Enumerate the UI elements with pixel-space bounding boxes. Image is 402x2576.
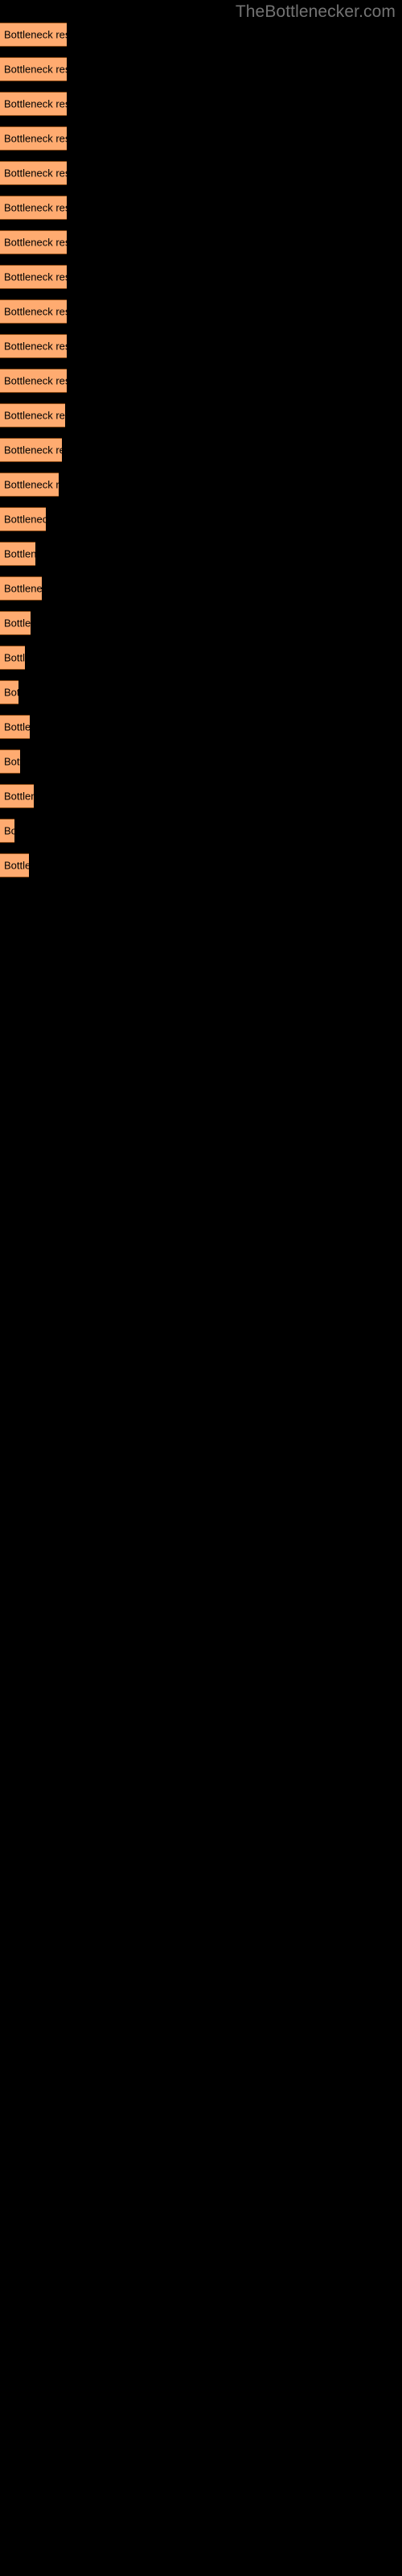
- bar-label: Bottleneck result: [4, 28, 67, 41]
- bar-row: Bottleneck result: [0, 680, 402, 704]
- bar-label: Bottleneck result: [4, 97, 67, 110]
- bar-row: Bottleneck result: [0, 196, 402, 220]
- bar-row: Bottleneck result: [0, 126, 402, 151]
- bar-label: Bottleneck result: [4, 720, 30, 733]
- bar-label: Bottleneck result: [4, 236, 67, 249]
- bar: Bottleneck result: [0, 715, 30, 739]
- bar: Bottleneck result: [0, 853, 29, 877]
- bar: Bottleneck result: [0, 576, 42, 601]
- bar-label: Bottleneck result: [4, 824, 14, 837]
- bar-row: Bottleneck result: [0, 403, 402, 427]
- bar-label: Bottleneck result: [4, 651, 25, 664]
- bar-label: Bottleneck result: [4, 859, 29, 872]
- bar: Bottleneck result: [0, 403, 65, 427]
- bar-row: Bottleneck result: [0, 92, 402, 116]
- bar: Bottleneck result: [0, 230, 67, 254]
- bar-label: Bottleneck result: [4, 686, 18, 699]
- bar-label: Bottleneck result: [4, 790, 34, 803]
- bar-row: Bottleneck result: [0, 57, 402, 81]
- bar: Bottleneck result: [0, 57, 67, 81]
- bar-row: Bottleneck result: [0, 611, 402, 635]
- bar-row: Bottleneck result: [0, 265, 402, 289]
- bar-row: Bottleneck result: [0, 576, 402, 601]
- bar-row: Bottleneck result: [0, 749, 402, 774]
- bar-label: Bottleneck result: [4, 478, 59, 491]
- bar: Bottleneck result: [0, 126, 67, 151]
- bar-row: Bottleneck result: [0, 230, 402, 254]
- bar-label: Bottleneck result: [4, 617, 31, 630]
- bar: Bottleneck result: [0, 819, 14, 843]
- bar-row: Bottleneck result: [0, 334, 402, 358]
- bar: Bottleneck result: [0, 611, 31, 635]
- bar: Bottleneck result: [0, 438, 62, 462]
- bar-row: Bottleneck result: [0, 819, 402, 843]
- bar: Bottleneck result: [0, 299, 67, 324]
- bar: Bottleneck result: [0, 23, 67, 47]
- bar-row: Bottleneck result: [0, 507, 402, 531]
- bar-label: Bottleneck result: [4, 167, 67, 180]
- bar-label: Bottleneck result: [4, 63, 67, 76]
- bar-label: Bottleneck result: [4, 374, 67, 387]
- bar-row: Bottleneck result: [0, 369, 402, 393]
- bar-label: Bottleneck result: [4, 409, 65, 422]
- bar-label: Bottleneck result: [4, 270, 67, 283]
- bar: Bottleneck result: [0, 92, 67, 116]
- bar: Bottleneck result: [0, 369, 67, 393]
- bar: Bottleneck result: [0, 784, 34, 808]
- bar: Bottleneck result: [0, 196, 67, 220]
- bar-label: Bottleneck result: [4, 513, 46, 526]
- bar-row: Bottleneck result: [0, 853, 402, 877]
- bar: Bottleneck result: [0, 646, 25, 670]
- bar: Bottleneck result: [0, 749, 20, 774]
- bottleneck-chart: TheBottlenecker.com Bottleneck resultBot…: [0, 0, 402, 2576]
- bar-series-container: Bottleneck result Bottleneck result Bottle…: [0, 0, 402, 2576]
- bar-row: Bottleneck result: [0, 784, 402, 808]
- bar-row: Bottleneck result: [0, 715, 402, 739]
- bar: Bottleneck result: [0, 265, 67, 289]
- bar: Bottleneck result: [0, 542, 35, 566]
- bar: Bottleneck result: [0, 680, 18, 704]
- bar: Bottleneck result: [0, 473, 59, 497]
- bar-row: Bottleneck result: [0, 161, 402, 185]
- bar-row: Bottleneck result: [0, 646, 402, 670]
- bar-row: Bottleneck result: [0, 542, 402, 566]
- bar-label: Bottleneck result: [4, 305, 67, 318]
- bar-row: Bottleneck result: [0, 438, 402, 462]
- bar: Bottleneck result: [0, 507, 46, 531]
- bar-label: Bottleneck result: [4, 755, 20, 768]
- bar-label: Bottleneck result: [4, 444, 62, 456]
- bar-row: Bottleneck result: [0, 23, 402, 47]
- bar-label: Bottleneck result: [4, 582, 42, 595]
- bar-label: Bottleneck result: [4, 201, 67, 214]
- bar: Bottleneck result: [0, 161, 67, 185]
- bar-label: Bottleneck result: [4, 547, 35, 560]
- bar-row: Bottleneck result: [0, 299, 402, 324]
- bar-label: Bottleneck result: [4, 340, 67, 353]
- bar-label: Bottleneck result: [4, 132, 67, 145]
- bar: Bottleneck result: [0, 334, 67, 358]
- bar-row: Bottleneck result: [0, 473, 402, 497]
